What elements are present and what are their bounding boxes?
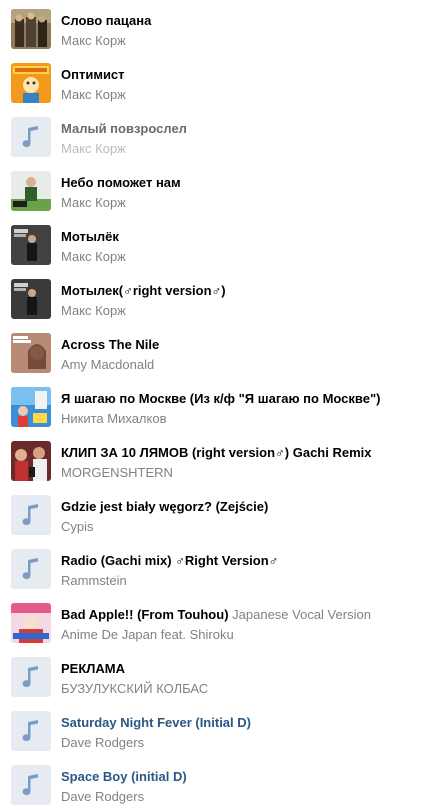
track-title[interactable]: Across The Nile <box>61 337 159 353</box>
track-artist[interactable]: MORGENSHTERN <box>61 465 173 481</box>
music-note-icon[interactable] <box>11 495 51 535</box>
track-artist[interactable]: БУЗУЛУКСКИЙ КОЛБАС <box>61 681 208 697</box>
track-title[interactable]: Небо поможет нам <box>61 175 181 191</box>
track-row[interactable]: РЕКЛАМА БУЗУЛУКСКИЙ КОЛБАС <box>0 648 421 702</box>
track-title[interactable]: Bad Apple!! (From Touhou) Japanese Vocal… <box>61 607 371 623</box>
track-title[interactable]: Saturday Night Fever (Initial D) <box>61 715 251 731</box>
track-artist[interactable]: Amy Macdonald <box>61 357 154 373</box>
track-title[interactable]: Мотылёк <box>61 229 119 245</box>
track-row[interactable]: Слово пацана Макс Корж <box>0 0 421 54</box>
track-artist[interactable]: Макс Корж <box>61 249 126 265</box>
track-artist[interactable]: Cypis <box>61 519 94 535</box>
track-artist[interactable]: Dave Rodgers <box>61 735 144 751</box>
music-note-icon[interactable] <box>11 765 51 805</box>
track-title[interactable]: Я шагаю по Москве (Из к/ф "Я шагаю по Мо… <box>61 391 380 407</box>
track-artist[interactable]: Rammstein <box>61 573 127 589</box>
track-artist[interactable]: Dave Rodgers <box>61 789 144 805</box>
track-title[interactable]: Слово пацана <box>61 13 151 29</box>
track-title-main[interactable]: Bad Apple!! (From Touhou) <box>61 607 229 622</box>
music-note-icon[interactable] <box>11 549 51 589</box>
track-row[interactable]: Radio (Gachi mix) ♂Right Version♂ Rammst… <box>0 540 421 594</box>
track-title[interactable]: Space Boy (initial D) <box>61 769 187 785</box>
track-title[interactable]: Gdzie jest biały węgorz? (Zejście) <box>61 499 268 515</box>
track-artist[interactable]: Макс Корж <box>61 33 126 49</box>
track-row[interactable]: КЛИП ЗА 10 ЛЯМОВ (right version♂) Gachi … <box>0 432 421 486</box>
track-row[interactable]: Я шагаю по Москве (Из к/ф "Я шагаю по Мо… <box>0 378 421 432</box>
track-artist[interactable]: Макс Корж <box>61 195 126 211</box>
track-row[interactable]: Мотылёк Макс Корж <box>0 216 421 270</box>
track-row[interactable]: Небо поможет нам Макс Корж <box>0 162 421 216</box>
track-row[interactable]: Оптимист Макс Корж <box>0 54 421 108</box>
track-title[interactable]: Radio (Gachi mix) ♂Right Version♂ <box>61 553 278 569</box>
album-cover[interactable] <box>11 9 51 49</box>
album-cover[interactable] <box>11 441 51 481</box>
track-row[interactable]: Saturday Night Fever (Initial D) Dave Ro… <box>0 702 421 756</box>
album-cover[interactable] <box>11 603 51 643</box>
track-title[interactable]: Малый повзрослел <box>61 121 187 137</box>
track-artist[interactable]: Никита Михалков <box>61 411 166 427</box>
album-cover[interactable] <box>11 333 51 373</box>
track-artist[interactable]: Макс Корж <box>61 87 126 103</box>
album-cover[interactable] <box>11 171 51 211</box>
track-title[interactable]: Оптимист <box>61 67 125 83</box>
track-title[interactable]: КЛИП ЗА 10 ЛЯМОВ (right version♂) Gachi … <box>61 445 372 461</box>
track-row[interactable]: Across The Nile Amy Macdonald <box>0 324 421 378</box>
track-row[interactable]: Малый повзрослел Макс Корж <box>0 108 421 162</box>
track-artist[interactable]: Макс Корж <box>61 141 126 157</box>
track-row[interactable]: Мотылек(♂right version♂) Макс Корж <box>0 270 421 324</box>
track-artist[interactable]: Макс Корж <box>61 303 126 319</box>
track-row[interactable]: Space Boy (initial D) Dave Rodgers <box>0 756 421 810</box>
track-subtitle: Japanese Vocal Version <box>232 607 371 622</box>
track-title[interactable]: Мотылек(♂right version♂) <box>61 283 226 299</box>
track-artist[interactable]: Anime De Japan feat. Shiroku <box>61 627 234 643</box>
music-note-icon[interactable] <box>11 117 51 157</box>
album-cover[interactable] <box>11 279 51 319</box>
album-cover[interactable] <box>11 63 51 103</box>
track-row[interactable]: Bad Apple!! (From Touhou) Japanese Vocal… <box>0 594 421 648</box>
music-note-icon[interactable] <box>11 657 51 697</box>
track-title[interactable]: РЕКЛАМА <box>61 661 125 677</box>
music-note-icon[interactable] <box>11 711 51 751</box>
track-row[interactable]: Gdzie jest biały węgorz? (Zejście) Cypis <box>0 486 421 540</box>
album-cover[interactable] <box>11 225 51 265</box>
album-cover[interactable] <box>11 387 51 427</box>
